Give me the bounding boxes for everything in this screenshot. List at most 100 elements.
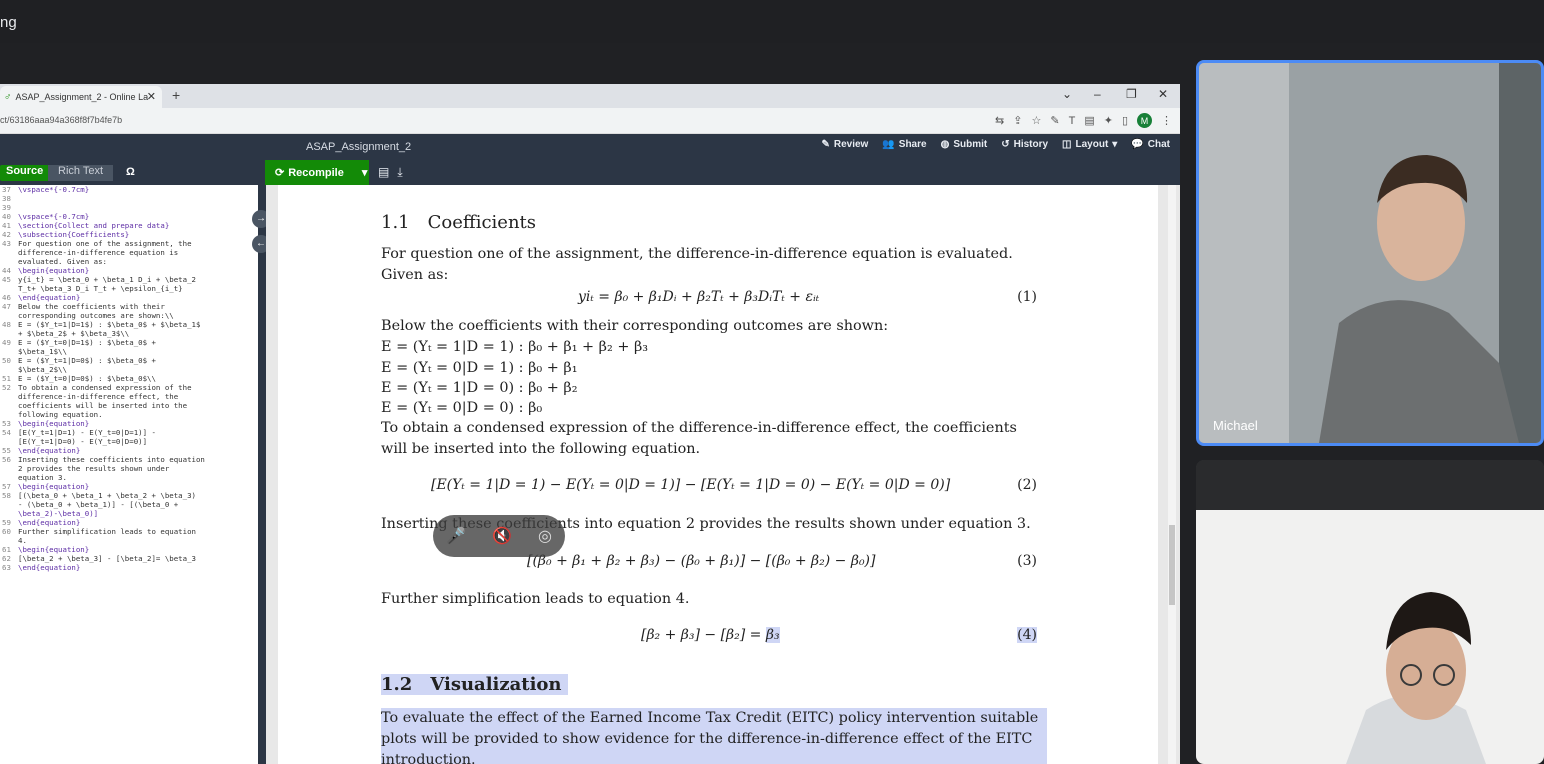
self-video-tile[interactable] xyxy=(1196,460,1544,764)
line-number xyxy=(0,392,18,401)
browser-menu-icon[interactable]: ⋮ xyxy=(1161,114,1172,127)
editor-line[interactable]: 43 For question one of the assignment, th… xyxy=(0,239,258,248)
code-text: [E(Y_t=1|D=1) - E(Y_t=0|D=1)] - xyxy=(18,428,156,437)
editor-line[interactable]: 41 \section{Collect and prepare data} xyxy=(0,221,258,230)
editor-line[interactable]: 4. xyxy=(0,536,258,545)
editor-line[interactable]: 37 \vspace*{-0.7cm} xyxy=(0,185,258,194)
editor-line[interactable]: 57 \begin{equation} xyxy=(0,482,258,491)
extensions-puzzle-icon[interactable]: ✦ xyxy=(1104,114,1113,127)
extension-pen-icon[interactable]: ✎ xyxy=(1050,114,1059,127)
pdf-scrollbar-thumb[interactable] xyxy=(1169,525,1175,605)
editor-line[interactable]: 38 xyxy=(0,194,258,203)
settings-circle-icon[interactable]: ◎ xyxy=(538,526,552,546)
line-number xyxy=(0,536,18,545)
review-button[interactable]: ✎ Review xyxy=(821,139,868,150)
editor-line[interactable]: 45 y{i_t} = \beta_0 + \beta_1 D_i + \beta… xyxy=(0,275,258,284)
tab-search-icon[interactable]: ⌄ xyxy=(1062,87,1072,101)
history-button[interactable]: ↺ History xyxy=(1001,139,1048,150)
editor-line[interactable]: 60 Further simplification leads to equati… xyxy=(0,527,258,536)
editor-line[interactable]: 47 Below the coefficients with their xyxy=(0,302,258,311)
editor-line[interactable]: $\beta_2$\\ xyxy=(0,365,258,374)
editor-line[interactable]: 50 E = ($Y_t=1|D=0$) : $\beta_0$ + xyxy=(0,356,258,365)
editor-line[interactable]: 49 E = ($Y_t=0|D=1$) : $\beta_0$ + xyxy=(0,338,258,347)
editor-line[interactable]: 40 \vspace*{-0.7cm} xyxy=(0,212,258,221)
download-pdf-icon[interactable]: ⤓ xyxy=(397,165,402,180)
rich-text-mode-button[interactable]: Rich Text xyxy=(48,165,114,181)
recompile-button[interactable]: ⟳ Recompile ▾ xyxy=(265,160,369,185)
profile-avatar[interactable]: M xyxy=(1137,113,1152,128)
extension-text-icon[interactable]: T xyxy=(1069,115,1076,127)
line-number xyxy=(0,401,18,410)
editor-line[interactable]: 2 provides the results shown under xyxy=(0,464,258,473)
editor-line[interactable]: 42 \subsection{Coefficients} xyxy=(0,230,258,239)
browser-tab[interactable]: ♂ ASAP_Assignment_2 - Online La ✕ xyxy=(0,86,162,108)
share-button[interactable]: 👥 Share xyxy=(882,139,926,150)
pane-divider[interactable] xyxy=(258,185,266,764)
speaker-off-icon[interactable]: 🔇 xyxy=(492,526,512,546)
editor-line[interactable]: [E(Y_t=1|D=0) - E(Y_t=0|D=0)] xyxy=(0,437,258,446)
editor-line[interactable]: $\beta_1$\\ xyxy=(0,347,258,356)
document-title[interactable]: ASAP_Assignment_2 xyxy=(306,141,411,153)
editor-line[interactable]: 53 \begin{equation} xyxy=(0,419,258,428)
globe-icon: ◍ xyxy=(940,139,950,150)
minimize-icon[interactable]: – xyxy=(1094,87,1101,101)
editor-line[interactable]: - (\beta_0 + \beta_1)] - [(\beta_0 + xyxy=(0,500,258,509)
section-heading-coefficients: 1.1 Coefficients xyxy=(381,212,537,233)
source-editor[interactable]: 37 \vspace*{-0.7cm} 38 39 40 \vspace*{-0.7cm}… xyxy=(0,185,258,764)
bookmark-star-icon[interactable]: ☆ xyxy=(1031,114,1041,127)
symbol-palette-button[interactable]: Ω xyxy=(126,166,135,178)
editor-line[interactable]: 59 \end{equation} xyxy=(0,518,258,527)
editor-line[interactable]: 61 \begin{equation} xyxy=(0,545,258,554)
editor-line[interactable]: 39 xyxy=(0,203,258,212)
code-text: T_t+ \beta_3 D_i T_t + \epsilon_{i_t} xyxy=(18,284,183,293)
editor-line[interactable]: 63 \end{equation} xyxy=(0,563,258,572)
editor-line[interactable]: difference-in-difference effect, the xyxy=(0,392,258,401)
editor-line[interactable]: equation 3. xyxy=(0,473,258,482)
view-logs-icon[interactable]: ▤ xyxy=(378,165,389,180)
pdf-preview[interactable]: 1.1 Coefficients For question one of the … xyxy=(266,185,1180,764)
editor-line[interactable]: 55 \end{equation} xyxy=(0,446,258,455)
restore-icon[interactable]: ❐ xyxy=(1126,87,1137,101)
e-line: E = (Yₜ = 0|D = 1) : β₀ + β₁ xyxy=(381,360,578,376)
editor-line[interactable]: difference-in-difference equation is xyxy=(0,248,258,257)
chat-button[interactable]: 💬 Chat xyxy=(1131,139,1170,150)
equation-4-highlight: β₃ xyxy=(765,627,780,643)
code-text: Inserting these coefficients into equati… xyxy=(18,455,205,464)
pdf-scrollbar[interactable] xyxy=(1168,185,1176,764)
paragraph-condensed: To obtain a condensed expression of the … xyxy=(381,420,1017,457)
participant-video-tile[interactable]: Michael xyxy=(1196,60,1544,446)
translate-icon[interactable]: ⇆ xyxy=(995,114,1004,127)
editor-line[interactable]: 56 Inserting these coefficients into equa… xyxy=(0,455,258,464)
editor-line[interactable]: following equation. xyxy=(0,410,258,419)
editor-line[interactable]: 44 \begin{equation} xyxy=(0,266,258,275)
editor-line[interactable]: + $\beta_2$ + $\beta_3$\\ xyxy=(0,329,258,338)
code-text: \end{equation} xyxy=(18,563,81,572)
extension-doc-icon[interactable]: ▤ xyxy=(1084,114,1094,127)
mute-mic-icon[interactable]: 🎤 xyxy=(446,526,466,546)
editor-line[interactable]: evaluated. Given as: xyxy=(0,257,258,266)
editor-line[interactable]: 62 [\beta_2 + \beta_3] - [\beta_2]= \beta… xyxy=(0,554,258,563)
editor-line[interactable]: T_t+ \beta_3 D_i T_t + \epsilon_{i_t} xyxy=(0,284,258,293)
new-tab-icon[interactable]: + xyxy=(172,87,180,103)
share-page-icon[interactable]: ⇪ xyxy=(1013,114,1022,127)
editor-line[interactable]: \beta_2)-\beta_0)] xyxy=(0,509,258,518)
tab-close-icon[interactable]: ✕ xyxy=(147,90,156,103)
layout-button[interactable]: ◫ Layout ▾ xyxy=(1062,139,1117,150)
editor-line[interactable]: 48 E = ($Y_t=1|D=1$) : $\beta_0$ + $\beta… xyxy=(0,320,258,329)
editor-line[interactable]: 54 [E(Y_t=1|D=1) - E(Y_t=0|D=1)] - xyxy=(0,428,258,437)
editor-line[interactable]: 52 To obtain a condensed expression of th… xyxy=(0,383,258,392)
source-mode-button[interactable]: Source xyxy=(0,165,50,181)
editor-line[interactable]: 51 E = ($Y_t=0|D=0$) : $\beta_0$\\ xyxy=(0,374,258,383)
submit-button[interactable]: ◍ Submit xyxy=(941,139,988,150)
close-window-icon[interactable]: ✕ xyxy=(1158,87,1168,101)
e-line: E = (Yₜ = 1|D = 1) : β₀ + β₁ + β₂ + β₃ xyxy=(381,339,649,355)
editor-line[interactable]: 46 \end{equation} xyxy=(0,293,258,302)
recompile-options-icon[interactable]: ▾ xyxy=(362,166,368,179)
editor-line[interactable]: corresponding outcomes are shown:\\ xyxy=(0,311,258,320)
line-number: 52 xyxy=(2,383,11,392)
editor-line[interactable]: 58 [(\beta_0 + \beta_1 + \beta_2 + \beta_… xyxy=(0,491,258,500)
editor-line[interactable]: coefficients will be inserted into the xyxy=(0,401,258,410)
url-field[interactable]: ct/63186aaa94a368f8f7b4fe7b xyxy=(0,115,122,125)
side-panel-icon[interactable]: ▯ xyxy=(1122,114,1128,127)
code-text: \begin{equation} xyxy=(18,419,90,428)
